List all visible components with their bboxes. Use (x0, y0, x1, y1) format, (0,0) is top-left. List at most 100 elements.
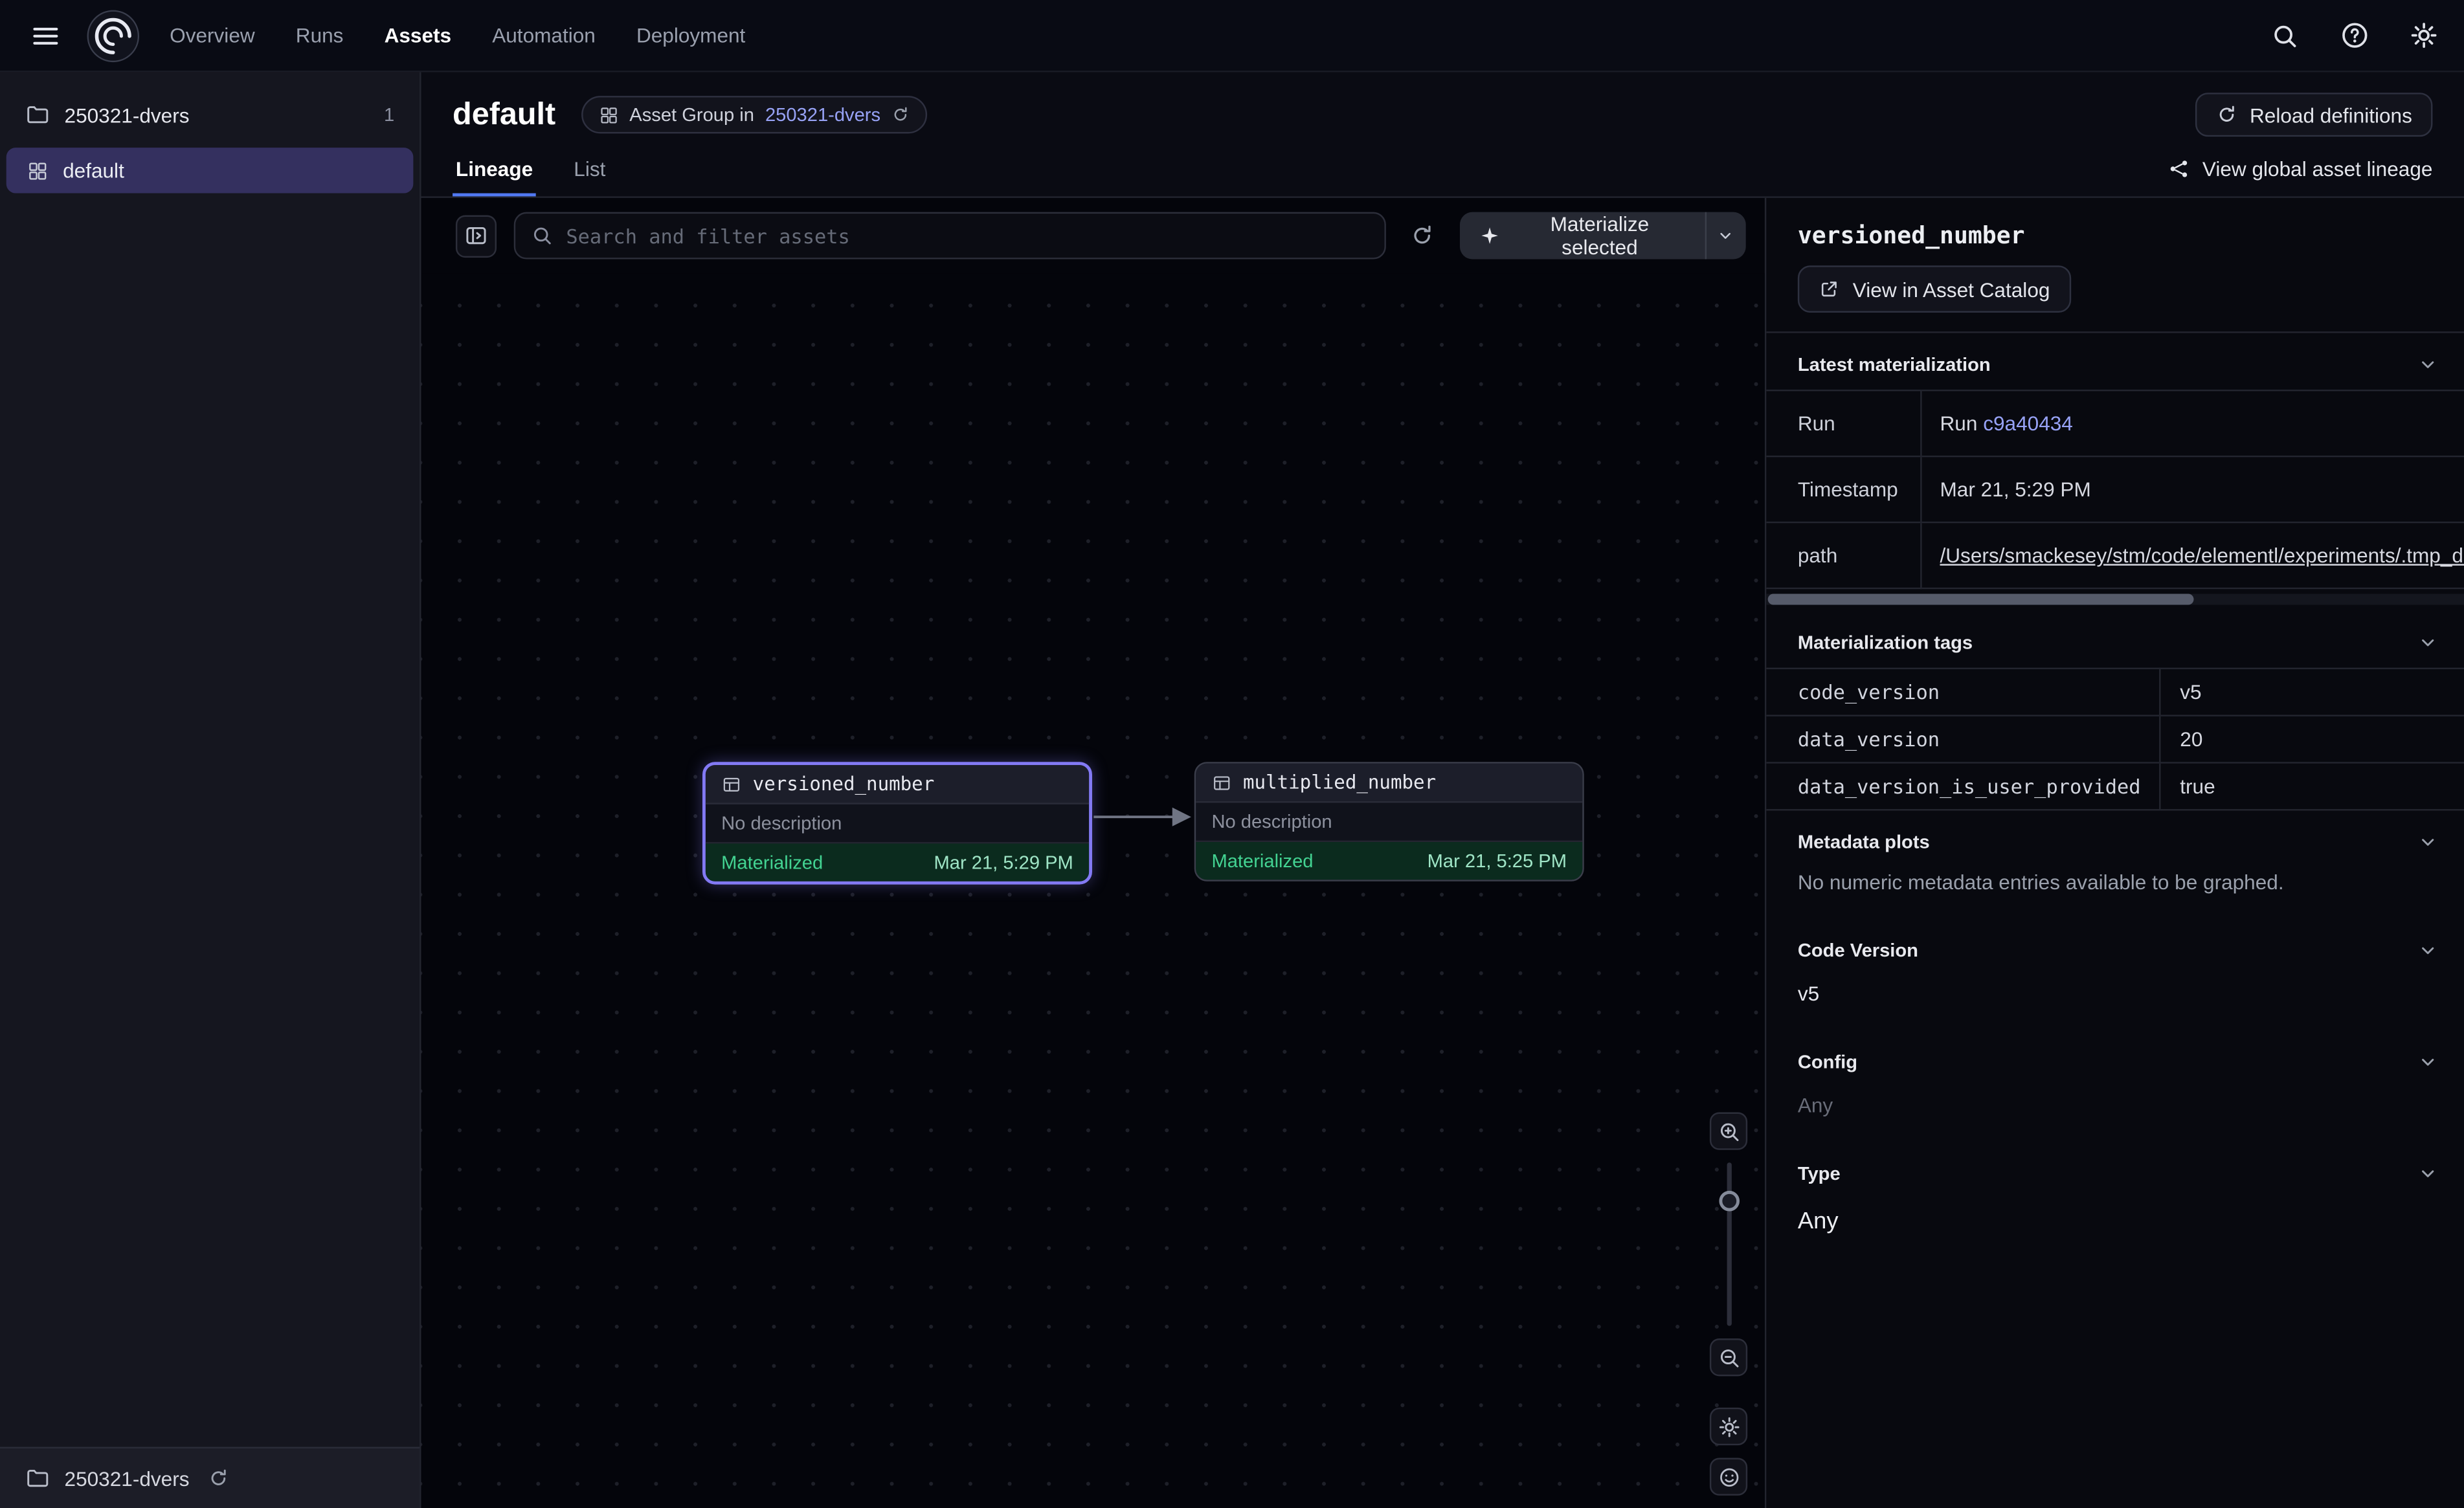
reload-definitions-button[interactable]: Reload definitions (2195, 93, 2432, 137)
sidebar-group-count: 1 (384, 104, 394, 126)
feedback-button[interactable] (1710, 1458, 1747, 1496)
hamburger-icon (30, 19, 62, 51)
asset-detail-title: versioned_number (1766, 198, 2464, 250)
status-badge: Materialized (1211, 850, 1313, 872)
zoom-slider-track (1726, 1162, 1730, 1325)
sidebar-spacer (0, 196, 420, 1447)
search-button[interactable] (2266, 16, 2303, 54)
chevron-down-icon (2417, 940, 2439, 962)
sidebar-footer-label: 250321-dvers (65, 1467, 190, 1490)
page-header: default Asset Group in 250321-dvers Relo… (421, 72, 2464, 198)
section-latest-materialization[interactable]: Latest materialization (1766, 333, 2464, 390)
tab-list[interactable]: List (570, 157, 609, 197)
materialize-dropdown-button[interactable] (1705, 212, 1745, 260)
top-nav: Overview Runs Assets Automation Deployme… (0, 0, 2464, 72)
nav-item-deployment[interactable]: Deployment (636, 23, 745, 47)
table-row: data_version_is_user_provided true (1766, 762, 2464, 810)
hamburger-menu-button[interactable] (22, 12, 69, 59)
materialize-selected-button[interactable]: Materialize selected (1460, 212, 1705, 260)
zoom-slider-handle[interactable] (1718, 1191, 1739, 1212)
search-icon (2270, 21, 2299, 50)
refresh-icon[interactable] (891, 105, 910, 124)
settings-button[interactable] (2404, 16, 2442, 54)
table-horizontal-scrollbar[interactable] (1766, 594, 2464, 605)
asset-node-description: No description (1196, 803, 1582, 842)
sidebar-item-default[interactable]: default (6, 148, 414, 193)
type-value: Any (1766, 1199, 2464, 1260)
asset-group-icon (27, 159, 49, 181)
scrollbar-thumb[interactable] (1768, 594, 2193, 605)
zoom-out-icon (1717, 1346, 1740, 1369)
asset-search-box[interactable] (514, 212, 1385, 260)
chevron-down-icon (2417, 1162, 2439, 1184)
sidebar-footer-repo[interactable]: 250321-dvers (0, 1447, 420, 1508)
asset-node-description: No description (706, 804, 1089, 844)
zoom-in-button[interactable] (1710, 1113, 1747, 1150)
table-row: path /Users/smackesey/stm/code/elementl/… (1766, 522, 2464, 588)
zoom-out-button[interactable] (1710, 1338, 1747, 1376)
lineage-canvas[interactable]: versioned_number No description Material… (421, 273, 1765, 1508)
asset-node-header: multiplied_number (1196, 764, 1582, 803)
tabs-row: Lineage List View global asset lineage (453, 157, 2432, 197)
asset-group-badge: Asset Group in 250321-dvers (581, 96, 928, 133)
zoom-slider[interactable] (1710, 1162, 1747, 1325)
materialization-time: Mar 21, 5:29 PM (934, 852, 1073, 874)
lineage-edge-arrow (1092, 762, 1196, 872)
table-icon (1211, 772, 1232, 793)
zoom-in-icon (1717, 1119, 1740, 1142)
asset-groups-sidebar: 250321-dvers 1 default 250321-dvers (0, 72, 421, 1508)
status-badge: Materialized (721, 852, 823, 874)
dagster-logo[interactable] (85, 7, 141, 63)
help-button[interactable] (2335, 16, 2373, 54)
table-row: data_version 20 (1766, 716, 2464, 763)
nav-item-overview[interactable]: Overview (170, 23, 255, 47)
lineage-toolbar: Materialize selected (421, 198, 1765, 274)
view-global-lineage-link[interactable]: View global asset lineage (2166, 157, 2432, 197)
main-content: default Asset Group in 250321-dvers Relo… (421, 72, 2464, 1508)
table-row: code_version v5 (1766, 669, 2464, 716)
smiley-icon (1717, 1465, 1740, 1488)
section-code-version[interactable]: Code Version (1766, 919, 2464, 975)
gear-icon (2408, 21, 2438, 50)
nav-links: Overview Runs Assets Automation Deployme… (170, 23, 745, 47)
badge-group-link[interactable]: 250321-dvers (765, 104, 880, 126)
folder-icon (25, 1466, 50, 1491)
nav-item-runs[interactable]: Runs (296, 23, 344, 47)
chevron-down-icon (2417, 632, 2439, 654)
nav-actions (2266, 16, 2442, 54)
table-row: Timestamp Mar 21, 5:29 PM (1766, 456, 2464, 522)
section-type[interactable]: Type (1766, 1142, 2464, 1199)
help-icon (2339, 21, 2369, 50)
config-value: Any (1766, 1087, 2464, 1142)
sidebar-group-name: 250321-dvers (65, 103, 190, 126)
table-row: Run Run c9a40434 (1766, 390, 2464, 456)
gear-icon (1717, 1415, 1740, 1438)
code-version-value: v5 (1766, 975, 2464, 1030)
section-metadata-plots[interactable]: Metadata plots (1766, 810, 2464, 867)
badge-prefix: Asset Group in (629, 104, 754, 126)
toggle-sidebar-panel-button[interactable] (456, 214, 497, 257)
asset-search-input[interactable] (566, 224, 1368, 247)
refresh-icon[interactable] (207, 1467, 229, 1489)
graph-settings-button[interactable] (1710, 1408, 1747, 1445)
metadata-plots-empty-text: No numeric metadata entries available to… (1766, 867, 2464, 919)
sparkle-icon (1479, 225, 1501, 247)
view-in-asset-catalog-button[interactable]: View in Asset Catalog (1798, 265, 2070, 313)
panel-toggle-icon (464, 223, 489, 249)
section-config[interactable]: Config (1766, 1030, 2464, 1087)
asset-node-multiplied-number[interactable]: multiplied_number No description Materia… (1194, 762, 1584, 881)
asset-node-status-row: Materialized Mar 21, 5:25 PM (1196, 842, 1582, 880)
tab-lineage[interactable]: Lineage (453, 157, 536, 197)
refresh-graph-button[interactable] (1403, 216, 1442, 256)
external-link-icon (1818, 278, 1840, 300)
asset-node-versioned-number[interactable]: versioned_number No description Material… (702, 762, 1092, 884)
path-link[interactable]: /Users/smackesey/stm/code/elementl/exper… (1940, 544, 2464, 567)
chevron-down-icon (2417, 1051, 2439, 1073)
refresh-icon (1410, 223, 1435, 249)
run-id-link[interactable]: c9a40434 (1983, 412, 2073, 435)
sidebar-group-header[interactable]: 250321-dvers 1 (0, 85, 420, 144)
nav-item-automation[interactable]: Automation (492, 23, 596, 47)
page-title: default (453, 96, 555, 133)
nav-item-assets[interactable]: Assets (385, 23, 452, 47)
section-materialization-tags[interactable]: Materialization tags (1766, 611, 2464, 667)
